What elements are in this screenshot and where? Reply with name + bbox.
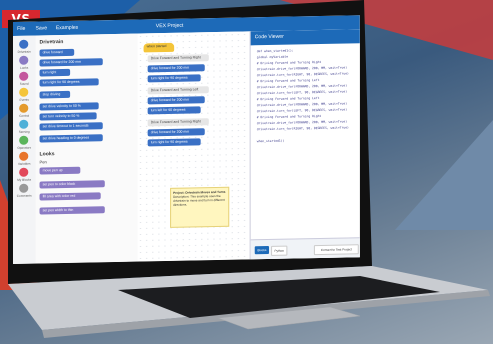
category-label: Operators	[17, 145, 32, 150]
category-label: Events	[19, 97, 29, 102]
block-drive-velocity[interactable]: set drive velocity to 50 %	[39, 102, 99, 111]
project-note[interactable]: Project: Drivetrain Moves and Turns Desc…	[170, 186, 230, 228]
code-line: # Driving Forward and Turning Left	[256, 77, 320, 84]
block-turn-for[interactable]: turn right for 90 degrees	[147, 138, 201, 147]
block-palette: Drivetrain drive forward drive forward f…	[35, 33, 138, 264]
code-line: drivetrain.drive_for(FORWARD, 200, MM, w…	[256, 101, 348, 108]
category-label: Comments	[16, 193, 32, 198]
block-drive-for[interactable]: drive forward for 200 mm	[39, 58, 103, 67]
python-toggle-button[interactable]: Python	[271, 245, 288, 256]
comment-block[interactable]: Drive Forward and Turning Right	[147, 54, 209, 63]
category-sound[interactable]	[19, 71, 29, 81]
menu-file[interactable]: File	[17, 24, 25, 34]
section-subtitle: Pen	[39, 159, 47, 165]
category-looks[interactable]	[19, 55, 29, 65]
code-line: global myVariable	[256, 54, 289, 60]
block-turn-velocity[interactable]: set turn velocity to 50 %	[39, 112, 97, 121]
code-line: # Driving Forward and Turning Left	[256, 95, 320, 102]
menu-examples[interactable]: Examples	[56, 23, 78, 33]
code-line: # Driving Forward and Turning Right	[256, 113, 322, 120]
code-workspace[interactable]: when started Drive Forward and Turning R…	[137, 31, 250, 262]
category-label: My Blocks	[17, 177, 32, 182]
code-viewer: Code Viewer def when_started1(): global …	[249, 29, 360, 261]
code-viewer-footer: Blocks Python Convert to Text Project	[250, 237, 360, 261]
block-turn-for[interactable]: turn left for 90 degrees	[147, 106, 201, 115]
category-palette: Drivetrain Looks Sound Events Control Se…	[13, 35, 37, 264]
section-title: Drivetrain	[39, 39, 64, 46]
block-pen-color[interactable]: set pen to color black	[39, 180, 105, 189]
block-drive-heading[interactable]: set drive heading to 0 degrees	[39, 134, 103, 143]
code-line: # Driving Forward and Turning Right	[256, 59, 322, 66]
category-operators[interactable]	[19, 135, 29, 145]
block-drive[interactable]: drive forward	[39, 48, 75, 57]
code-line: def when_started1():	[256, 48, 294, 54]
category-label: Sensing	[18, 129, 30, 134]
block-turn-for[interactable]: turn right for 90 degrees	[39, 78, 99, 87]
laptop-screen: File Save Examples VEX Project Drivetrai…	[13, 15, 360, 265]
code-viewer-header: Code Viewer	[250, 29, 360, 46]
blocks-toggle-button[interactable]: Blocks	[254, 245, 270, 255]
comment-block[interactable]: Drive Forward and Turning Left	[147, 86, 209, 95]
category-events[interactable]	[19, 87, 29, 97]
category-label: Variables	[17, 161, 31, 166]
code-viewer-title: Code Viewer	[254, 33, 284, 41]
menu-save[interactable]: Save	[35, 23, 47, 33]
block-drive-for[interactable]: drive forward for 200 mm	[147, 64, 205, 73]
category-label: Sound	[19, 81, 29, 86]
category-my-blocks[interactable]	[19, 167, 29, 177]
block-turn-for[interactable]: turn right for 90 degrees	[147, 74, 201, 83]
block-fill[interactable]: fill area with color red	[39, 192, 101, 201]
code-line: drivetrain.turn_for(LEFT, 90, DEGREES, w…	[256, 107, 348, 114]
category-label: Looks	[20, 65, 29, 70]
category-sensing[interactable]	[19, 119, 29, 129]
comment-block[interactable]: Drive Forward and Turning Right	[147, 118, 209, 127]
category-drivetrain[interactable]	[19, 39, 29, 49]
code-line: when_started1()	[256, 138, 285, 144]
category-comments[interactable]	[19, 183, 29, 193]
block-drive-timeout[interactable]: set drive timeout to 1 seconds	[39, 122, 103, 131]
convert-to-text-button[interactable]: Convert to Text Project	[313, 244, 359, 256]
code-line: drivetrain.drive_for(FORWARD, 200, MM, w…	[256, 83, 348, 90]
code-line: drivetrain.drive_for(FORWARD, 200, MM, w…	[256, 65, 348, 72]
note-body: Description: This example uses the drive…	[173, 193, 225, 207]
category-label: Control	[19, 113, 30, 118]
project-name[interactable]: VEX Project	[156, 21, 184, 32]
code-line: drivetrain.drive_for(FORWARD, 200, MM, w…	[256, 119, 348, 126]
block-pen[interactable]: move pen up	[39, 166, 81, 175]
code-line: drivetrain.turn_for(LEFT, 90, DEGREES, w…	[256, 89, 348, 96]
block-when-started[interactable]: when started	[143, 42, 175, 53]
section-title: Looks	[39, 151, 55, 158]
block-pen-width[interactable]: set pen width to thin	[39, 206, 105, 215]
code-line: drivetrain.turn_for(RIGHT, 90, DEGREES, …	[256, 125, 349, 132]
block-stop[interactable]: stop driving	[39, 90, 71, 99]
category-variables[interactable]	[19, 151, 29, 161]
vexcode-app: File Save Examples VEX Project Drivetrai…	[13, 15, 360, 265]
block-drive-for[interactable]: drive forward for 200 mm	[147, 96, 205, 105]
block-turn[interactable]: turn right	[39, 68, 71, 77]
category-control[interactable]	[19, 103, 29, 113]
category-label: Drivetrain	[17, 49, 31, 54]
code-line: drivetrain.turn_for(RIGHT, 90, DEGREES, …	[256, 71, 349, 78]
block-drive-for[interactable]: drive forward for 200 mm	[147, 128, 205, 137]
